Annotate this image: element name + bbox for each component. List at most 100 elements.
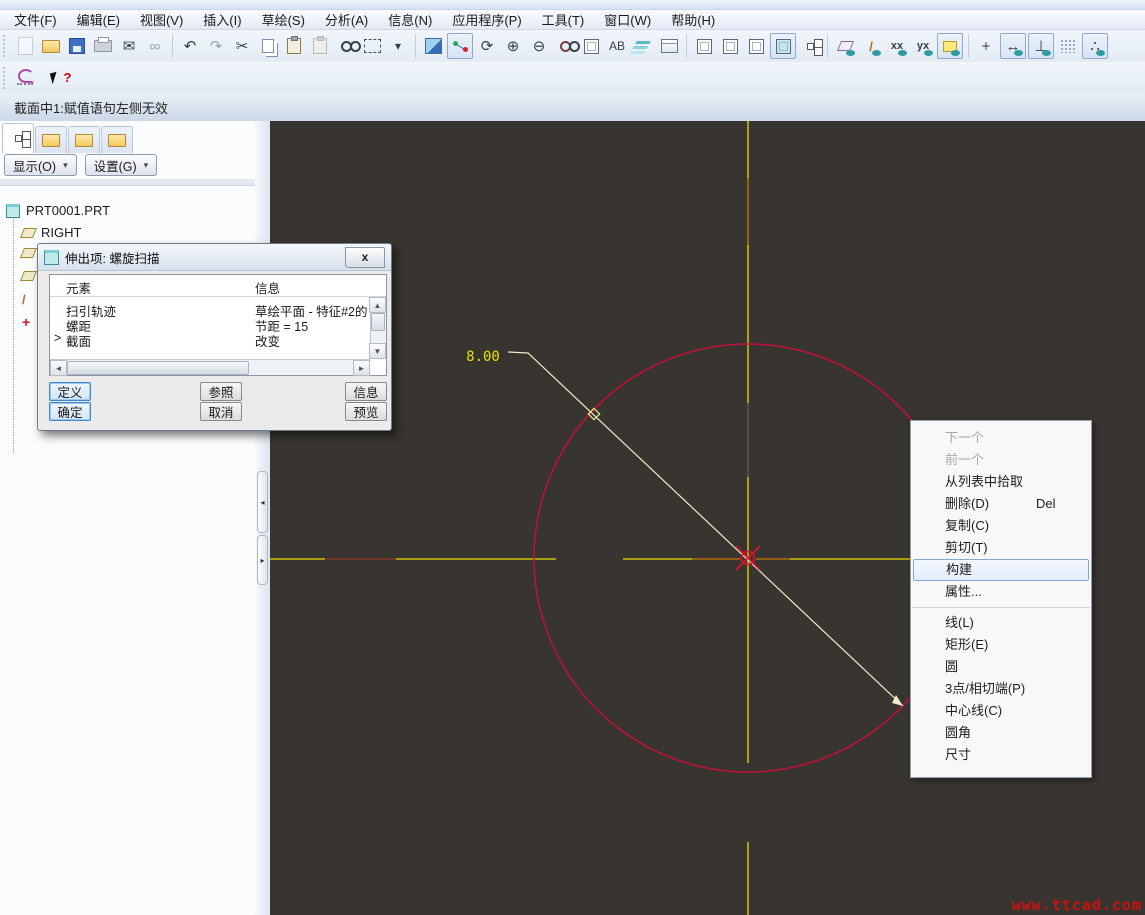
undo-icon[interactable]: ↶: [178, 34, 202, 58]
menu-help[interactable]: 帮助(H): [661, 9, 725, 30]
show-dropdown[interactable]: 显示(O) ▾: [4, 154, 77, 176]
collapse-left-handle[interactable]: ◂: [257, 471, 268, 533]
redo-icon[interactable]: ↷: [204, 34, 228, 58]
table-row-cell[interactable]: 截面: [66, 331, 91, 350]
print-icon[interactable]: [91, 34, 115, 58]
close-icon[interactable]: x: [345, 246, 385, 268]
datum-planes-toggle-icon[interactable]: [833, 34, 857, 58]
repaint-icon[interactable]: [421, 34, 445, 58]
menu-item-copy[interactable]: 复制(C): [911, 515, 1091, 537]
panel-splitter[interactable]: ◂ ▸: [255, 121, 271, 915]
menu-item-circle[interactable]: 圆: [911, 656, 1091, 678]
save-icon[interactable]: [65, 34, 89, 58]
dialog-titlebar[interactable]: 伸出项: 螺旋扫描 x: [38, 244, 391, 271]
menu-info[interactable]: 信息(N): [378, 9, 442, 30]
define-button[interactable]: 定义: [49, 382, 91, 401]
diameter-dimension-line[interactable]: [507, 351, 904, 707]
feature-icon: +: [22, 314, 31, 330]
menu-item-centerline[interactable]: 中心线(C): [911, 700, 1091, 722]
sketcher-tools-icon[interactable]: [13, 66, 37, 90]
constraint-display-icon[interactable]: ⊥: [1028, 33, 1054, 59]
grid-display-icon[interactable]: [1056, 34, 1080, 58]
horizontal-scrollbar[interactable]: ◄ ►: [50, 359, 370, 376]
tab-model-tree[interactable]: [2, 123, 34, 153]
highlight-links-icon[interactable]: [447, 33, 473, 59]
ok-button[interactable]: 确定: [49, 402, 91, 421]
settings-dropdown[interactable]: 设置(G) ▾: [84, 154, 158, 176]
toolbar-separator: [172, 34, 173, 58]
spin-center-icon[interactable]: +: [974, 34, 998, 58]
menu-item-dimension[interactable]: 尺寸: [911, 744, 1091, 766]
menu-item-construct[interactable]: 构建: [913, 559, 1089, 581]
send-mail-icon[interactable]: ✉: [117, 34, 141, 58]
menu-item-rectangle[interactable]: 矩形(E): [911, 634, 1091, 656]
refs-button[interactable]: 参照: [200, 382, 242, 401]
watermark: www.ttcad.com: [1011, 896, 1142, 914]
notes-toggle-icon[interactable]: [937, 33, 963, 59]
menu-item-properties[interactable]: 属性...: [911, 581, 1091, 603]
menu-item-3point-tangent[interactable]: 3点/相切端(P): [911, 678, 1091, 700]
menu-sketch[interactable]: 草绘(S): [252, 9, 315, 30]
tree-item-partial[interactable]: [19, 271, 38, 281]
select-box-caret[interactable]: ▾: [386, 34, 410, 58]
tab-favorites[interactable]: [68, 126, 100, 153]
no-hidden-icon[interactable]: [744, 34, 768, 58]
menu-item-line[interactable]: 线(L): [911, 612, 1091, 634]
menu-item-delete[interactable]: 删除(D) Del: [911, 493, 1091, 515]
datum-axes-toggle-icon[interactable]: /: [859, 34, 883, 58]
table-row-cell[interactable]: 改变: [255, 331, 280, 350]
collapse-right-handle[interactable]: ▸: [257, 535, 268, 585]
tree-table-icon[interactable]: [657, 34, 681, 58]
shading-icon[interactable]: [770, 33, 796, 59]
menu-item-fillet[interactable]: 圆角: [911, 722, 1091, 744]
refresh-icon[interactable]: ⟳: [475, 34, 499, 58]
vertex-display-icon[interactable]: ∴: [1082, 33, 1108, 59]
zoom-out-icon[interactable]: ⊖: [527, 34, 551, 58]
menu-insert[interactable]: 插入(I): [193, 9, 251, 30]
layers-icon[interactable]: [631, 34, 655, 58]
tree-item-partial[interactable]: +: [22, 314, 30, 330]
select-box-icon[interactable]: [360, 34, 384, 58]
new-file-icon[interactable]: [13, 34, 37, 58]
menu-window[interactable]: 窗口(W): [594, 9, 661, 30]
menu-edit[interactable]: 编辑(E): [67, 9, 130, 30]
menu-applications[interactable]: 应用程序(P): [442, 9, 531, 30]
menu-item-pick-from-list[interactable]: 从列表中拾取: [911, 471, 1091, 493]
point-symbols-toggle-icon[interactable]: xx: [885, 34, 909, 58]
toolbar-separator: [827, 34, 828, 58]
menu-view[interactable]: 视图(V): [130, 9, 193, 30]
model-tree-icon[interactable]: [798, 34, 822, 58]
info-button[interactable]: 信息: [345, 382, 387, 401]
open-file-icon[interactable]: [39, 34, 63, 58]
link-icon[interactable]: ∞: [143, 34, 167, 58]
find-icon[interactable]: [334, 34, 361, 58]
annotate-ab-icon[interactable]: AB: [605, 34, 629, 58]
menu-file[interactable]: 文件(F): [4, 9, 67, 30]
paste-icon[interactable]: [282, 34, 306, 58]
refit-icon[interactable]: [553, 34, 580, 58]
tree-item-partial[interactable]: [19, 248, 38, 258]
preview-button[interactable]: 预览: [345, 402, 387, 421]
view-orient-icon[interactable]: [579, 34, 603, 58]
tree-item-partial[interactable]: /: [22, 292, 26, 307]
paste-special-icon[interactable]: [308, 34, 332, 58]
wireframe-icon[interactable]: [692, 34, 716, 58]
menu-tools[interactable]: 工具(T): [532, 9, 595, 30]
zoom-in-icon[interactable]: ⊕: [501, 34, 525, 58]
cut-icon[interactable]: ✂: [230, 34, 254, 58]
cancel-button[interactable]: 取消: [200, 402, 242, 421]
coordinate-systems-toggle-icon[interactable]: yx: [911, 34, 935, 58]
tree-item-right-plane[interactable]: RIGHT: [19, 225, 81, 240]
favorites-folder-icon: [75, 133, 93, 147]
menu-item-cut[interactable]: 剪切(T): [911, 537, 1091, 559]
tree-root-item[interactable]: PRT0001.PRT: [6, 203, 110, 218]
copy-icon[interactable]: [256, 34, 280, 58]
dimension-value[interactable]: 8.00: [466, 349, 500, 365]
vertical-scrollbar[interactable]: ▲ ▼: [369, 297, 386, 359]
context-help-icon[interactable]: ?: [49, 66, 73, 90]
dimension-display-icon[interactable]: ↔: [1000, 33, 1026, 59]
tab-folder-browser[interactable]: [35, 126, 67, 153]
hidden-line-icon[interactable]: [718, 34, 742, 58]
tab-connections[interactable]: [101, 126, 133, 153]
menu-analysis[interactable]: 分析(A): [315, 9, 378, 30]
